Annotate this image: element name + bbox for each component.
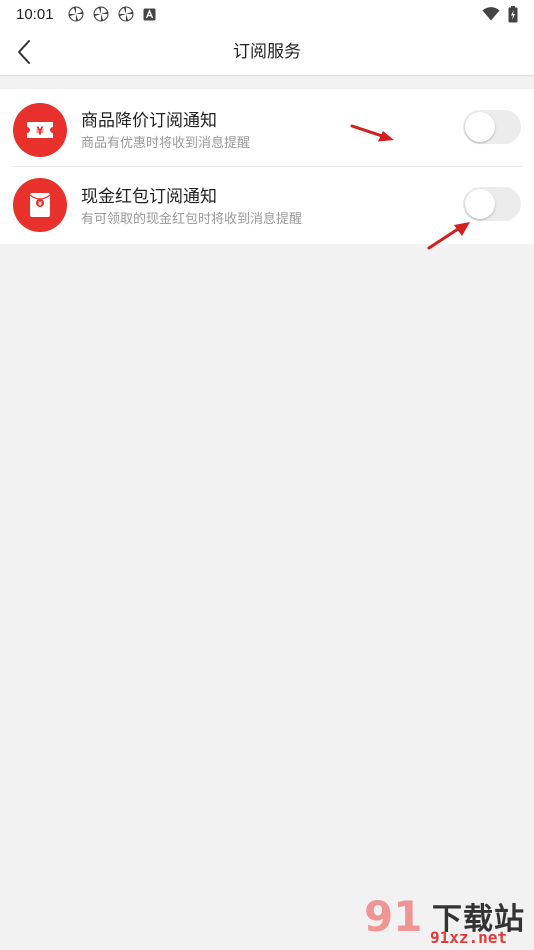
setting-title: 现金红包订阅通知 xyxy=(81,187,217,207)
coupon-yen-icon: ¥ xyxy=(13,103,67,157)
cash-red-packet-toggle[interactable] xyxy=(463,187,521,221)
watermark: 91 下载站 91xz.net xyxy=(360,878,532,950)
status-left-icons xyxy=(68,6,156,22)
svg-text:¥: ¥ xyxy=(36,125,44,138)
toggle-knob xyxy=(465,189,495,219)
setting-row-price-drop: ¥ 商品降价订阅通知 商品有优惠时将收到消息提醒 xyxy=(0,89,534,167)
annotation-arrow-icon xyxy=(350,124,394,142)
red-envelope-icon: ¥ xyxy=(13,178,67,232)
app-bar: 订阅服务 xyxy=(0,28,534,76)
toggle-knob xyxy=(465,112,495,142)
price-drop-toggle[interactable] xyxy=(463,110,521,144)
watermark-logo: 91 xyxy=(364,892,423,941)
page-title: 订阅服务 xyxy=(233,42,301,62)
pinwheel-icon xyxy=(93,6,109,22)
setting-title: 商品降价订阅通知 xyxy=(81,111,217,131)
setting-subtitle: 商品有优惠时将收到消息提醒 xyxy=(81,136,251,151)
wifi-icon xyxy=(482,7,500,21)
pinwheel-icon xyxy=(118,6,134,22)
setting-subtitle: 有可领取的现金红包时将收到消息提醒 xyxy=(81,212,303,227)
status-time: 10:01 xyxy=(16,5,54,23)
status-right-icons xyxy=(482,5,518,23)
watermark-domain: 91xz.net xyxy=(430,928,508,947)
battery-charging-icon xyxy=(508,5,518,22)
font-a-icon xyxy=(143,8,156,20)
pinwheel-icon xyxy=(68,6,84,22)
status-bar: 10:01 xyxy=(0,0,534,28)
svg-text:¥: ¥ xyxy=(38,201,42,207)
annotation-arrow-icon xyxy=(427,222,470,250)
